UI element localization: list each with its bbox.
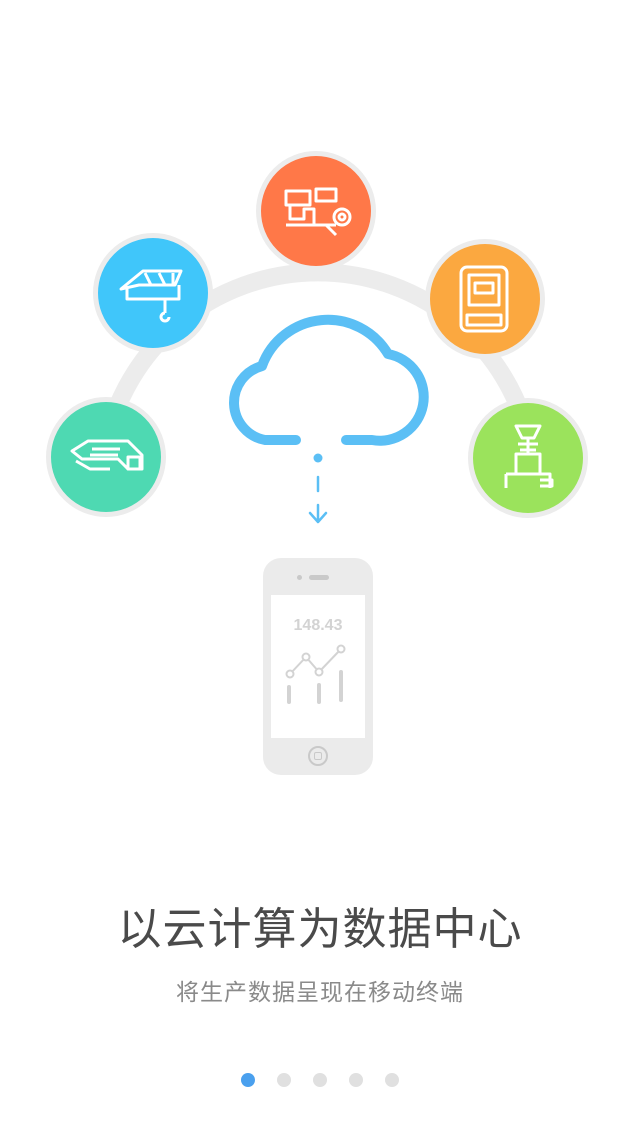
- page-dot-3[interactable]: [313, 1073, 327, 1087]
- phone-speaker: [309, 575, 329, 580]
- phone-home-button: [308, 746, 328, 766]
- trend-chart-icon: [285, 644, 346, 704]
- arrow-down-icon: [308, 503, 328, 524]
- page-subtitle: 将生产数据呈现在移动终端: [176, 980, 464, 1006]
- onboarding-screen: 148.43 以云计算为数据中心 将生产数据呈现在移动终端: [0, 0, 640, 1136]
- page-dot-4[interactable]: [349, 1073, 363, 1087]
- page-dot-2[interactable]: [277, 1073, 291, 1087]
- page-dot-5[interactable]: [385, 1073, 399, 1087]
- phone-screen: 148.43: [271, 595, 365, 738]
- phone-illustration: 148.43: [263, 558, 373, 775]
- phone-camera: [297, 575, 302, 580]
- page-dot-1[interactable]: [241, 1073, 255, 1087]
- page-indicator: [0, 1073, 640, 1087]
- cloud-dot: [313, 453, 323, 463]
- page-title: 以云计算为数据中心: [117, 904, 523, 955]
